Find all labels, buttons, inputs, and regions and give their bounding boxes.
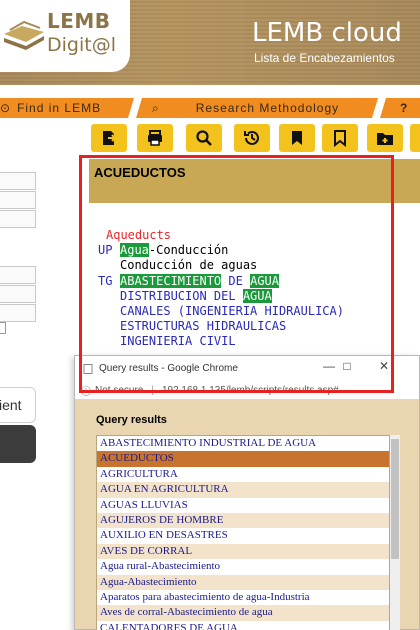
help-icon: ? [400,101,409,115]
query-results-heading: Query results [96,414,167,426]
add-folder-button[interactable] [367,124,403,152]
add-folder-icon [377,133,393,145]
list-item[interactable]: AGRICULTURA [97,467,389,482]
search-icon [196,130,212,146]
cloud-title: LEMB cloud [252,18,402,48]
tab-find-in-lemb[interactable]: ⊙ Find in LEMB [0,98,134,118]
tab-research-methodology[interactable]: ⌕ Research Methodology [136,98,378,118]
more-button[interactable] [410,124,420,152]
search-button[interactable] [186,124,222,152]
left-panel-row[interactable] [0,210,36,228]
history-button[interactable] [234,124,270,152]
app-header: LEMB Digit@l LEMB cloud Lista de Encabez… [0,0,420,85]
bookmark-filled-icon [292,131,302,145]
export-button[interactable] [91,124,127,152]
list-item[interactable]: CALENTADORES DE AGUA [97,621,389,630]
print-button[interactable] [137,124,173,152]
list-item[interactable]: AVES DE CORRAL [97,543,389,560]
bookmark-button[interactable] [279,124,315,152]
left-panel-dark-button[interactable] [0,425,36,463]
results-scrollbar[interactable] [390,435,400,630]
list-item[interactable]: Agua rural-Abastecimiento [97,559,389,574]
search-icon: ⌕ [152,100,160,115]
cloud-subtitle: Lista de Encabezamientos [254,51,395,65]
list-item[interactable]: ABASTECIMIENTO INDUSTRIAL DE AGUA [97,436,389,451]
book-icon [4,20,44,50]
list-item[interactable]: Aparatos para abastecimiento de agua-Ind… [97,590,389,605]
logo-text-lemb: LEMB [47,9,111,33]
list-item[interactable]: AGUJEROS DE HOMBRE [97,512,389,529]
left-panel-row[interactable] [0,191,36,209]
list-item[interactable]: Aves de corral-Abastecimiento de agua [97,605,389,621]
tab-label: Research Methodology [195,101,340,115]
left-panel-checkbox[interactable] [0,322,6,334]
left-panel-row[interactable] [0,304,36,322]
export-icon [103,131,117,145]
history-icon [244,130,259,145]
logo[interactable]: LEMB Digit@l [0,0,130,72]
left-panel-row[interactable] [0,172,36,190]
list-item[interactable]: Agua-Abastecimiento [97,574,389,590]
results-list[interactable]: ABASTECIMIENTO INDUSTRIAL DE AGUA ACUEDUC… [96,435,390,630]
left-panel-button-label: ient [0,397,22,413]
bookmark-outline-button[interactable] [322,124,358,152]
search-icon: ⊙ [0,101,12,115]
tab-help[interactable]: ? [380,98,420,118]
list-item[interactable]: AGUAS LLUVIAS [97,498,389,513]
scrollbar-thumb[interactable] [391,439,399,559]
bookmark-outline-icon [334,130,346,147]
selection-frame [79,155,394,393]
left-panel-button[interactable]: ient [0,387,36,423]
left-panel-row[interactable] [0,285,36,303]
tab-label: Find in LEMB [17,101,102,115]
list-item[interactable]: AGUA EN AGRICULTURA [97,482,389,498]
list-item[interactable]: ACUEDUCTOS [97,451,389,467]
logo-text-digital: Digit@l [47,34,116,56]
left-panel-row[interactable] [0,266,36,284]
list-item[interactable]: AUXILIO EN DESASTRES [97,528,389,543]
print-icon [148,130,162,146]
